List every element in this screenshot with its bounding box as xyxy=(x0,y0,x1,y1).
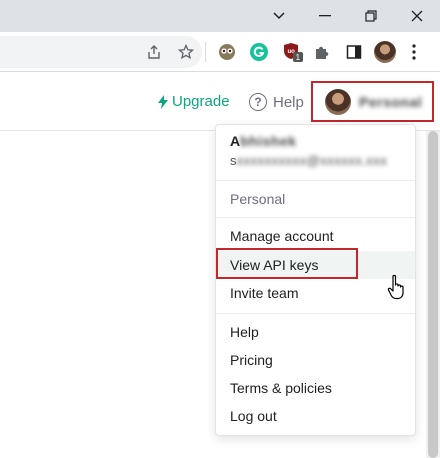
org-section-label: Personal xyxy=(230,191,286,207)
owl-extension-icon[interactable] xyxy=(215,40,239,64)
tab-search-chevron-icon[interactable] xyxy=(256,0,302,32)
lightning-bolt-icon xyxy=(158,94,168,109)
toolbar-divider xyxy=(205,42,206,62)
help-label: Help xyxy=(273,93,304,111)
ublock-shield-icon[interactable]: uo 1 xyxy=(281,40,305,64)
menu-item-terms-policies[interactable]: Terms & policies xyxy=(216,374,415,402)
share-icon[interactable] xyxy=(142,40,166,64)
upgrade-link[interactable]: Upgrade xyxy=(157,93,230,110)
user-info: Abhishek sxxxxxxxxxx@xxxxxx.xxx xyxy=(216,125,415,181)
chrome-menu-kebab-icon[interactable] xyxy=(402,40,426,64)
account-name: Personal xyxy=(359,93,423,110)
user-avatar xyxy=(325,88,351,115)
menu-item-invite-team[interactable]: Invite team xyxy=(216,279,415,307)
menu-item-manage-account[interactable]: Manage account xyxy=(216,222,415,250)
upgrade-label: Upgrade xyxy=(172,93,230,110)
menu-item-pricing[interactable]: Pricing xyxy=(216,346,415,374)
user-name: Abhishek xyxy=(230,133,297,149)
restore-icon[interactable] xyxy=(348,0,394,32)
grammarly-icon[interactable] xyxy=(247,40,271,64)
page-header: Upgrade ? Help Personal xyxy=(0,73,440,131)
account-menu-button[interactable]: Personal xyxy=(311,81,434,122)
account-dropdown-menu: Abhishek sxxxxxxxxxx@xxxxxx.xxx Personal… xyxy=(215,124,416,436)
address-bar[interactable] xyxy=(0,36,202,68)
menu-item-log-out[interactable]: Log out xyxy=(216,402,415,430)
extension-badge-count: 1 xyxy=(296,53,301,62)
browser-titlebar xyxy=(0,0,440,32)
hand-pointer-cursor-icon xyxy=(387,274,407,305)
side-panel-icon[interactable] xyxy=(342,40,366,64)
browser-toolbar: uo 1 xyxy=(0,32,440,72)
help-link[interactable]: ? Help xyxy=(249,93,304,111)
menu-item-view-api-keys[interactable]: View API keys xyxy=(216,251,415,279)
close-window-icon[interactable] xyxy=(394,0,440,32)
menu-item-help[interactable]: Help xyxy=(216,318,415,346)
menu-divider xyxy=(216,313,415,314)
menu-divider xyxy=(216,217,415,218)
user-email: sxxxxxxxxxx@xxxxxx.xxx xyxy=(230,153,388,168)
minimize-icon[interactable] xyxy=(302,0,348,32)
page-scrollbar-thumb[interactable] xyxy=(428,131,438,458)
extensions-puzzle-icon[interactable] xyxy=(310,40,334,64)
bookmark-star-icon[interactable] xyxy=(174,40,198,64)
help-question-icon: ? xyxy=(249,93,267,111)
chrome-profile-avatar-icon[interactable] xyxy=(373,40,397,64)
